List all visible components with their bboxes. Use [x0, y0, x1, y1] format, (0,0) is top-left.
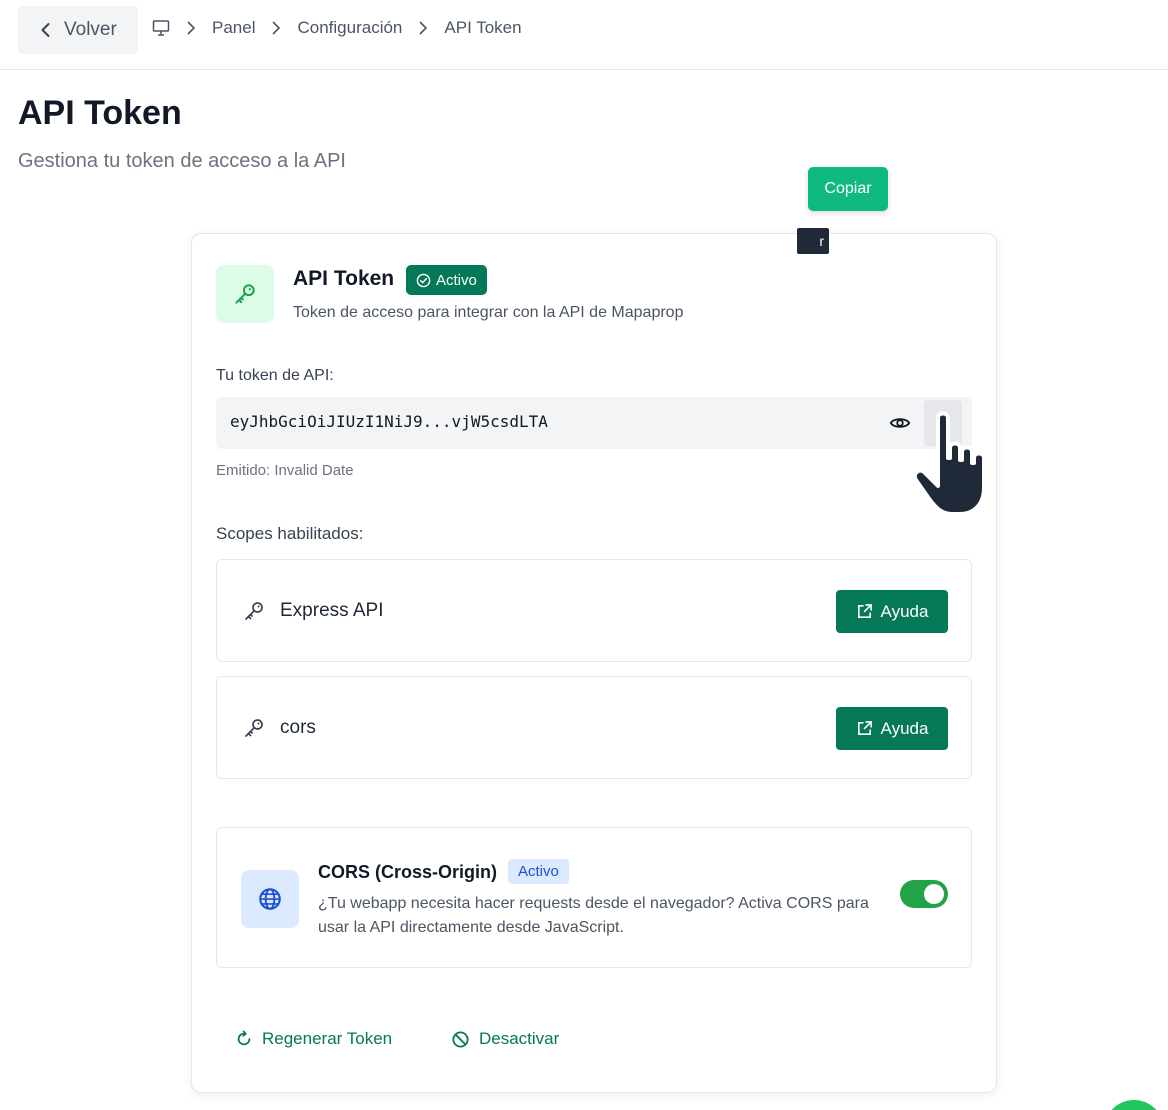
monitor-icon[interactable] [152, 19, 170, 37]
chevron-left-icon [41, 23, 50, 37]
status-badge-label: Activo [436, 271, 477, 289]
back-button[interactable]: Volver [18, 6, 138, 54]
cors-toggle[interactable] [900, 880, 948, 908]
cors-status-badge: Activo [508, 859, 569, 884]
copy-button[interactable]: Copiar [808, 167, 888, 211]
status-badge: Activo [406, 265, 487, 295]
chevron-right-icon [184, 21, 198, 35]
back-label: Volver [64, 19, 117, 40]
scope-item: Express API Ayuda [216, 559, 972, 662]
toggle-knob [924, 884, 944, 904]
token-value[interactable]: eyJhbGciOiJIUzI1NiJ9...vjW5csdLTA [230, 412, 548, 431]
breadcrumb: Panel Configuración API Token [152, 18, 522, 38]
key-icon [245, 602, 263, 620]
external-link-icon [857, 604, 872, 618]
regenerate-label: Regenerar Token [262, 1029, 393, 1048]
breadcrumb-panel[interactable]: Panel [212, 18, 255, 38]
check-circle-icon [416, 273, 431, 287]
scopes-label: Scopes habilitados: [216, 524, 364, 543]
breadcrumb-configuracion[interactable]: Configuración [297, 18, 402, 38]
eye-icon [889, 418, 911, 428]
refresh-icon [237, 1030, 251, 1046]
card-title: API Token [293, 267, 395, 290]
token-field[interactable]: eyJhbGciOiJIUzI1NiJ9...vjW5csdLTA [216, 397, 972, 449]
cors-title: CORS (Cross-Origin) [318, 862, 498, 882]
cors-description: ¿Tu webapp necesita hacer requests desde… [318, 895, 869, 936]
key-icon [245, 719, 263, 737]
external-link-icon [857, 721, 872, 735]
globe-icon [259, 888, 281, 910]
chat-widget-button[interactable] [1104, 1100, 1164, 1110]
deactivate-button[interactable]: Desactivar [451, 1029, 559, 1049]
top-bar: Volver Panel Configuración API Token [0, 0, 1168, 70]
issued-date: Emitido: Invalid Date [216, 462, 354, 479]
scope-name: Express API [280, 600, 384, 621]
help-button[interactable]: Ayuda [836, 590, 948, 633]
page-subtitle: Gestiona tu token de acceso a la API [18, 150, 346, 172]
globe-tile [241, 870, 299, 928]
deactivate-label: Desactivar [479, 1029, 560, 1048]
help-button-label: Ayuda [880, 601, 929, 621]
key-icon [235, 284, 255, 304]
ban-icon [452, 1030, 469, 1048]
chevron-right-icon [416, 21, 430, 35]
copy-token-button[interactable] [924, 400, 962, 446]
api-token-card: API Token Activo Token de acceso para in… [191, 233, 997, 1093]
breadcrumb-current: API Token [444, 18, 522, 37]
scope-name: cors [280, 717, 316, 738]
regenerate-token-button[interactable]: Regenerar Token [235, 1029, 392, 1049]
tooltip: r [797, 228, 829, 254]
help-button-label: Ayuda [880, 718, 929, 738]
scope-item: cors Ayuda [216, 676, 972, 779]
show-token-button[interactable] [886, 410, 914, 436]
token-label: Tu token de API: [216, 367, 334, 384]
card-description: Token de acceso para integrar con la API… [293, 304, 684, 321]
help-button[interactable]: Ayuda [836, 707, 948, 750]
chevron-right-icon [269, 21, 283, 35]
key-tile [216, 265, 274, 323]
clipboard-icon [936, 414, 950, 432]
page-title: API Token [18, 94, 182, 132]
cors-section: CORS (Cross-Origin) Activo ¿Tu webapp ne… [216, 827, 972, 968]
